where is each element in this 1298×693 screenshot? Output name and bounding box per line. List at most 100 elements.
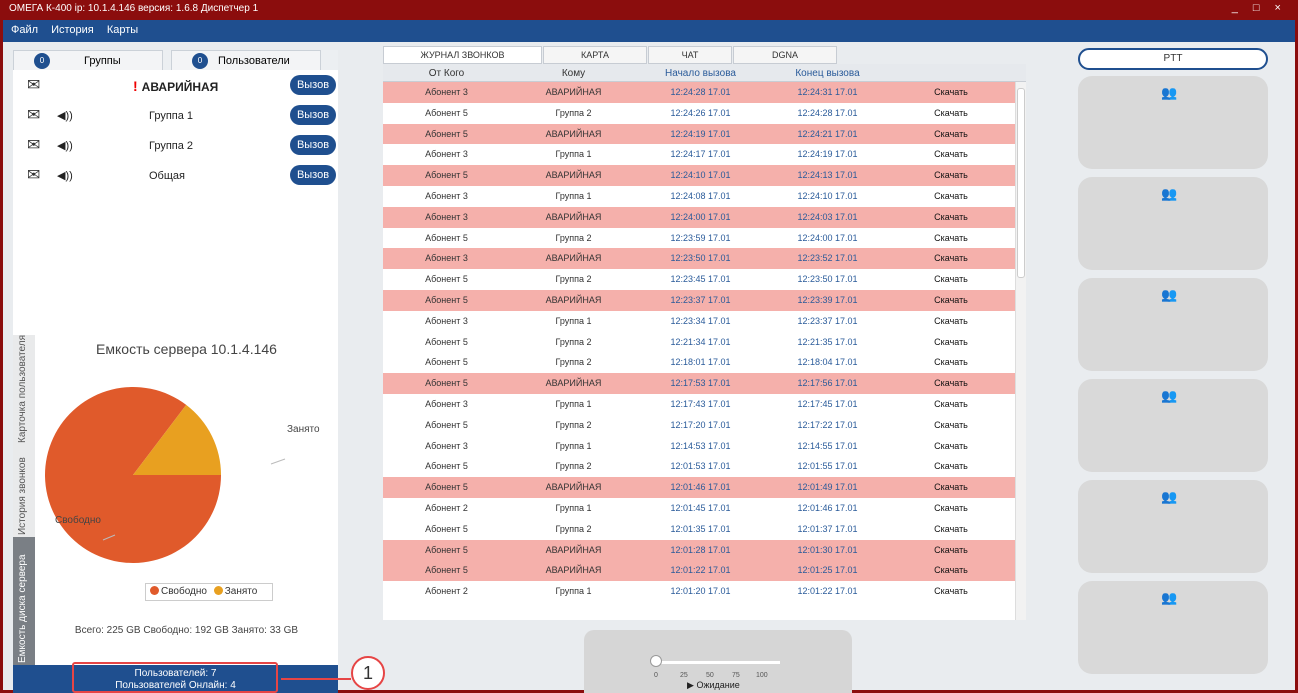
col-to[interactable]: Кому	[510, 68, 637, 79]
col-start[interactable]: Начало вызова	[637, 68, 764, 79]
download-link[interactable]: Скачать	[891, 441, 1011, 451]
download-link[interactable]: Скачать	[891, 316, 1011, 326]
download-link[interactable]: Скачать	[891, 565, 1011, 575]
table-row[interactable]: Абонент 3 АВАРИЙНАЯ 12:24:28 17.01 12:24:31…	[383, 82, 1026, 103]
download-link[interactable]: Скачать	[891, 108, 1011, 118]
legend-busy-swatch	[213, 586, 223, 595]
download-link[interactable]: Скачать	[891, 524, 1011, 534]
play-icon[interactable]: ▶	[687, 680, 694, 690]
download-link[interactable]: Скачать	[891, 274, 1011, 284]
download-link[interactable]: Скачать	[891, 149, 1011, 159]
playback-knob[interactable]	[650, 655, 662, 667]
download-link[interactable]: Скачать	[891, 482, 1011, 492]
envelope-icon[interactable]: ✉	[27, 75, 40, 95]
download-link[interactable]: Скачать	[891, 420, 1011, 430]
envelope-icon[interactable]: ✉	[27, 105, 40, 125]
vtab-disk-capacity[interactable]: Емкость диска сервера	[13, 537, 35, 667]
ptt-group-card[interactable]: 👥	[1078, 581, 1268, 674]
speaker-icon[interactable]: ◀))	[57, 169, 73, 182]
table-row[interactable]: Абонент 3 АВАРИЙНАЯ 12:24:00 17.01 12:24:03…	[383, 206, 1026, 228]
menu-history[interactable]: История	[51, 24, 94, 36]
table-row[interactable]: Абонент 3 АВАРИЙНАЯ 12:23:50 17.01 12:23:52…	[383, 248, 1026, 270]
col-end[interactable]: Конец вызова	[764, 68, 891, 79]
ptt-group-card[interactable]: 👥	[1078, 76, 1268, 169]
tab-users[interactable]: 0 Пользователи	[171, 50, 321, 70]
group-row-emergency[interactable]: ✉ ! АВАРИЙНАЯ Вызов	[13, 72, 338, 102]
tab-map[interactable]: КАРТА	[543, 46, 647, 64]
table-row[interactable]: Абонент 5 Группа 2 12:24:26 17.01 12:24:28 …	[383, 103, 1026, 124]
col-from[interactable]: От Кого	[383, 68, 510, 79]
download-link[interactable]: Скачать	[891, 212, 1011, 222]
window-controls[interactable]: _ □ ×	[1232, 2, 1287, 14]
tab-groups[interactable]: 0 Группы	[13, 50, 163, 70]
call-button[interactable]: Вызов	[290, 105, 336, 125]
table-scrollbar[interactable]	[1015, 82, 1026, 620]
speaker-icon[interactable]: ◀))	[57, 109, 73, 122]
download-link[interactable]: Скачать	[891, 295, 1011, 305]
menu-maps[interactable]: Карты	[107, 24, 138, 36]
download-link[interactable]: Скачать	[891, 191, 1011, 201]
call-button[interactable]: Вызов	[290, 165, 336, 185]
table-row[interactable]: Абонент 5 АВАРИЙНАЯ 12:01:28 17.01 12:01:30…	[383, 539, 1026, 561]
tab-chat[interactable]: ЧАТ	[648, 46, 732, 64]
download-link[interactable]: Скачать	[891, 337, 1011, 347]
download-link[interactable]: Скачать	[891, 357, 1011, 367]
envelope-icon[interactable]: ✉	[27, 135, 40, 155]
menu-file[interactable]: Файл	[11, 24, 38, 36]
download-link[interactable]: Скачать	[891, 503, 1011, 513]
download-link[interactable]: Скачать	[891, 461, 1011, 471]
call-button[interactable]: Вызов	[290, 75, 336, 95]
download-link[interactable]: Скачать	[891, 378, 1011, 388]
envelope-icon[interactable]: ✉	[27, 165, 40, 185]
table-row[interactable]: Абонент 5 Группа 2 12:23:59 17.01 12:24:00 …	[383, 228, 1026, 249]
table-row[interactable]: Абонент 3 Группа 1 12:24:08 17.01 12:24:10 …	[383, 186, 1026, 207]
vtab-call-history[interactable]: История звонков	[13, 447, 35, 537]
table-row[interactable]: Абонент 2 Группа 1 12:01:20 17.01 12:01:22 …	[383, 581, 1026, 602]
download-link[interactable]: Скачать	[891, 253, 1011, 263]
ptt-group-card[interactable]: 👥	[1078, 480, 1268, 573]
table-row[interactable]: Абонент 5 Группа 2 12:23:45 17.01 12:23:50 …	[383, 269, 1026, 290]
table-row[interactable]: Абонент 5 АВАРИЙНАЯ 12:23:37 17.01 12:23:39…	[383, 289, 1026, 311]
download-link[interactable]: Скачать	[891, 87, 1011, 97]
table-row[interactable]: Абонент 5 АВАРИЙНАЯ 12:01:22 17.01 12:01:25…	[383, 560, 1026, 582]
download-link[interactable]: Скачать	[891, 233, 1011, 243]
play-status[interactable]: ▶ Ожидание	[687, 680, 740, 691]
table-row[interactable]: Абонент 5 АВАРИЙНАЯ 12:24:10 17.01 12:24:13…	[383, 165, 1026, 186]
download-link[interactable]: Скачать	[891, 129, 1011, 139]
table-row[interactable]: Абонент 5 АВАРИЙНАЯ 12:01:46 17.01 12:01:49…	[383, 477, 1026, 498]
download-link[interactable]: Скачать	[891, 545, 1011, 555]
table-row[interactable]: Абонент 5 АВАРИЙНАЯ 12:17:53 17.01 12:17:56…	[383, 373, 1026, 394]
group-row-common[interactable]: ✉ ◀)) Общая Вызов	[13, 162, 338, 192]
ptt-group-card[interactable]: 👥	[1078, 278, 1268, 371]
table-row[interactable]: Абонент 3 Группа 1 12:23:34 17.01 12:23:37 …	[383, 311, 1026, 332]
playback-slider[interactable]	[656, 661, 780, 664]
download-link[interactable]: Скачать	[891, 170, 1011, 180]
ptt-group-card[interactable]: 👥	[1078, 379, 1268, 472]
ptt-button[interactable]: PTT	[1078, 48, 1268, 70]
group-icon: 👥	[1161, 489, 1177, 504]
tab-dgna[interactable]: DGNA	[733, 46, 837, 64]
table-row[interactable]: Абонент 5 Группа 2 12:18:01 17.01 12:18:04 …	[383, 352, 1026, 373]
table-row[interactable]: Абонент 3 Группа 1 12:17:43 17.01 12:17:45 …	[383, 394, 1026, 415]
tab-call-log[interactable]: ЖУРНАЛ ЗВОНКОВ	[383, 46, 542, 64]
left-panel: 0 Группы 0 Пользователи ✉ ! АВАРИЙНАЯ Выз…	[13, 50, 338, 690]
download-link[interactable]: Скачать	[891, 586, 1011, 596]
table-row[interactable]: Абонент 5 Группа 2 12:21:34 17.01 12:21:35 …	[383, 332, 1026, 353]
vtab-user-card[interactable]: Карточка пользователя	[13, 335, 35, 445]
download-link[interactable]: Скачать	[891, 399, 1011, 409]
table-row[interactable]: Абонент 5 Группа 2 12:17:20 17.01 12:17:22 …	[383, 415, 1026, 436]
group-row-1[interactable]: ✉ ◀)) Группа 1 Вызов	[13, 102, 338, 132]
table-row[interactable]: Абонент 2 Группа 1 12:01:45 17.01 12:01:46 …	[383, 498, 1026, 519]
scrollbar-thumb[interactable]	[1017, 88, 1025, 278]
call-button[interactable]: Вызов	[290, 135, 336, 155]
speaker-icon[interactable]: ◀))	[57, 139, 73, 152]
table-row[interactable]: Абонент 3 Группа 1 12:14:53 17.01 12:14:55 …	[383, 436, 1026, 457]
table-row[interactable]: Абонент 5 Группа 2 12:01:53 17.01 12:01:55 …	[383, 456, 1026, 477]
cell-from: Абонент 3	[425, 253, 468, 264]
table-row[interactable]: Абонент 5 АВАРИЙНАЯ 12:24:19 17.01 12:24:21…	[383, 123, 1026, 145]
table-row[interactable]: Абонент 3 Группа 1 12:24:17 17.01 12:24:19 …	[383, 144, 1026, 165]
table-row[interactable]: Абонент 5 Группа 2 12:01:35 17.01 12:01:37 …	[383, 519, 1026, 540]
ptt-group-card[interactable]: 👥	[1078, 177, 1268, 270]
cell-start: 12:17:43 17.01	[670, 398, 731, 409]
group-row-2[interactable]: ✉ ◀)) Группа 2 Вызов	[13, 132, 338, 162]
